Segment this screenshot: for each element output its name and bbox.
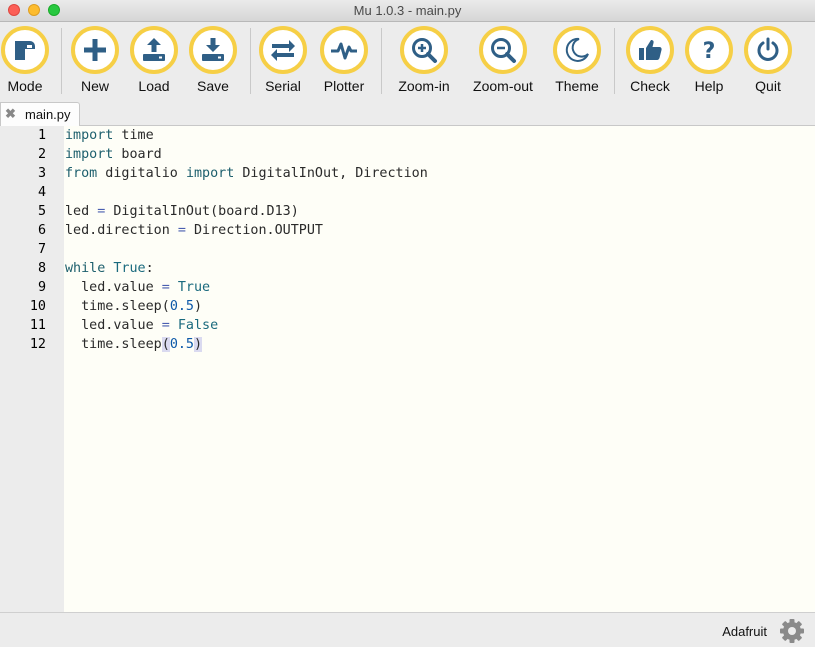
zoom-in-icon (412, 38, 437, 63)
quit-label: Quit (755, 78, 781, 94)
question-icon: ? (703, 39, 716, 64)
zoom-out-icon (491, 38, 516, 63)
power-icon (757, 37, 779, 61)
mode-icon (15, 41, 35, 60)
code-line[interactable]: 12 time.sleep(0.5) (0, 335, 815, 354)
tab-main-py[interactable]: ✖ main.py (0, 102, 80, 126)
line-number: 7 (37, 242, 46, 257)
code-line[interactable]: 4 (0, 183, 815, 202)
code-line[interactable]: 2 import board (0, 145, 815, 164)
mode-label: Mode (7, 78, 43, 94)
line-number: 11 (29, 318, 46, 333)
code-line[interactable]: 8 while True: (0, 259, 815, 278)
line-number: 4 (37, 185, 46, 200)
zoom-out-label: Zoom-out (473, 78, 533, 94)
line-text[interactable]: led.value = True (65, 278, 210, 297)
close-tab-icon[interactable]: ✖ (5, 106, 16, 122)
plotter-button[interactable]: Plotter (308, 26, 380, 94)
line-text[interactable]: while True: (65, 259, 154, 278)
line-text[interactable]: time.sleep(0.5) (65, 335, 203, 354)
upload-icon (143, 38, 165, 61)
tab-bar: ✖ main.py (0, 101, 815, 126)
code-line[interactable]: 11 led.value = False (0, 316, 815, 335)
quit-button[interactable]: Quit (732, 26, 804, 94)
line-number: 3 (37, 166, 46, 181)
line-text[interactable]: from digitalio import DigitalInOut, Dire… (65, 164, 428, 183)
code-line[interactable]: 5 led = DigitalInOut(board.D13) (0, 202, 815, 221)
zoom-out-button[interactable]: Zoom-out (467, 26, 539, 94)
line-number: 8 (37, 261, 46, 276)
zoom-in-button[interactable]: Zoom-in (388, 26, 460, 94)
mode-button[interactable]: Mode (0, 26, 61, 94)
line-text[interactable]: led.direction = Direction.OUTPUT (65, 221, 323, 240)
download-icon (202, 38, 224, 61)
line-text[interactable]: led.value = False (65, 316, 218, 335)
line-number: 5 (37, 204, 46, 219)
code-line[interactable]: 9 led.value = True (0, 278, 815, 297)
line-text[interactable]: led = DigitalInOut(board.D13) (65, 202, 299, 221)
code-editor[interactable]: 1 import time 2 import board 3 from digitalio… (0, 126, 815, 612)
window-title: Mu 1.0.3 - main.py (353, 3, 462, 18)
svg-text:?: ? (703, 39, 716, 64)
line-number: 10 (29, 299, 46, 314)
thumbs-up-icon (639, 40, 662, 60)
line-number: 6 (37, 223, 46, 238)
line-text[interactable]: time.sleep(0.5) (65, 297, 202, 316)
moon-icon (565, 37, 589, 62)
plus-icon (84, 39, 106, 61)
status-bar: Adafruit (0, 612, 815, 647)
theme-label: Theme (555, 78, 599, 94)
code-line[interactable]: 10 time.sleep(0.5) (0, 297, 815, 316)
line-number: 2 (37, 147, 46, 162)
pulse-icon (331, 42, 357, 60)
swap-arrows-icon (271, 40, 295, 61)
title-bar: Mu 1.0.3 - main.py (0, 0, 815, 22)
code-line[interactable]: 7 (0, 240, 815, 259)
line-number: 9 (37, 280, 46, 295)
line-number: 1 (37, 128, 46, 143)
code-line[interactable]: 3 from digitalio import DigitalInOut, Dir… (0, 164, 815, 183)
save-label: Save (197, 78, 229, 94)
gear-icon[interactable] (779, 618, 805, 644)
theme-button[interactable]: Theme (541, 26, 613, 94)
save-button[interactable]: Save (177, 26, 249, 94)
plotter-label: Plotter (323, 78, 365, 94)
tab-label: main.py (25, 107, 71, 122)
zoom-in-label: Zoom-in (398, 78, 450, 94)
line-number: 12 (29, 337, 46, 352)
toolbar-separator (381, 28, 382, 94)
mode-indicator[interactable]: Adafruit (722, 624, 767, 639)
line-text[interactable]: import board (65, 145, 162, 164)
toolbar: Mode New Load Save Serial Plotter Zoom-i… (0, 22, 815, 100)
code-line[interactable]: 1 import time (0, 126, 815, 145)
code-line[interactable]: 6 led.direction = Direction.OUTPUT (0, 221, 815, 240)
line-text[interactable]: import time (65, 126, 154, 145)
